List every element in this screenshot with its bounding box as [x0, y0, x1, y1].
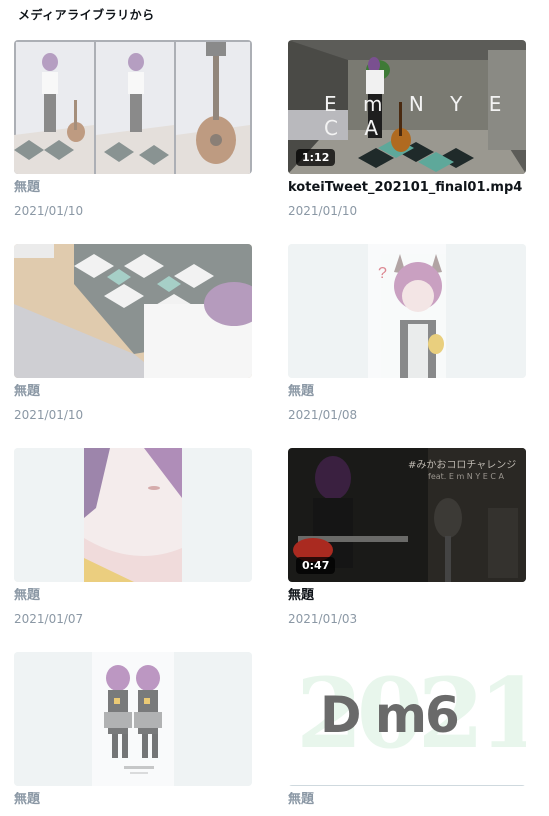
media-title: 無題 [288, 588, 315, 603]
media-title: 無題 [14, 180, 41, 195]
media-title: koteiTweet_202101_final01.mp4 [288, 180, 523, 195]
media-title: 無題 [14, 792, 41, 807]
media-thumbnail[interactable]: E m N Y E C A 1:12 [288, 40, 526, 174]
video-overlay-text: #みかおコロチャレンジ [408, 460, 517, 471]
media-title: 無題 [288, 792, 315, 807]
media-thumbnail[interactable]: 2021 D m6 [288, 652, 526, 786]
media-title: 無題 [14, 588, 41, 603]
video-overlay-text: E m N Y E C A [324, 92, 512, 140]
closeup-image [14, 448, 252, 582]
media-date: 2021/01/10 [14, 204, 84, 218]
triptych-image [14, 40, 252, 174]
room-scene-image [14, 244, 252, 378]
media-date: 2021/01/10 [14, 408, 84, 422]
media-thumbnail[interactable]: #みかおコロチャレンジ feat. E m N Y E C A 0:47 [288, 448, 526, 582]
media-item[interactable]: 無題 [14, 652, 252, 816]
cat-ear-character-image: ? [288, 244, 526, 378]
section-header: メディアライブラリから [18, 8, 155, 22]
media-item[interactable]: 無題 2021/01/07 [14, 448, 252, 626]
media-item[interactable]: ? 無題 2021/01/08 [288, 244, 526, 422]
media-date: 2021/01/10 [288, 204, 358, 218]
media-date: 2021/01/08 [288, 408, 358, 422]
media-item[interactable]: #みかおコロチャレンジ feat. E m N Y E C A 0:47 無題 … [288, 448, 526, 626]
media-title: 無題 [288, 384, 315, 399]
media-date: 2021/01/07 [14, 612, 84, 626]
media-title: 無題 [14, 384, 41, 399]
media-item[interactable]: 無題 2021/01/10 [14, 244, 252, 422]
video-duration-badge: 1:12 [296, 149, 336, 166]
media-thumbnail[interactable] [14, 40, 252, 174]
media-item[interactable]: 無題 2021/01/10 [14, 40, 252, 218]
media-library: メディアライブラリから 無題 2021/01/10 E m N Y E C A … [0, 0, 549, 807]
video-duration-badge: 0:47 [296, 557, 336, 574]
media-thumbnail[interactable]: ? [288, 244, 526, 378]
poster-image [14, 652, 252, 786]
media-thumbnail[interactable] [14, 448, 252, 582]
thumbnail-bottom-rule [288, 785, 526, 786]
logo-text: D m6 [320, 686, 460, 744]
video-overlay-subtext: feat. E m N Y E C A [428, 472, 504, 481]
media-item[interactable]: E m N Y E C A 1:12 koteiTweet_202101_fin… [288, 40, 526, 218]
media-date: 2021/01/03 [288, 612, 358, 626]
svg-text:?: ? [378, 265, 387, 282]
media-thumbnail[interactable] [14, 652, 252, 786]
media-thumbnail[interactable] [14, 244, 252, 378]
media-item[interactable]: 2021 D m6 無題 [288, 652, 526, 816]
